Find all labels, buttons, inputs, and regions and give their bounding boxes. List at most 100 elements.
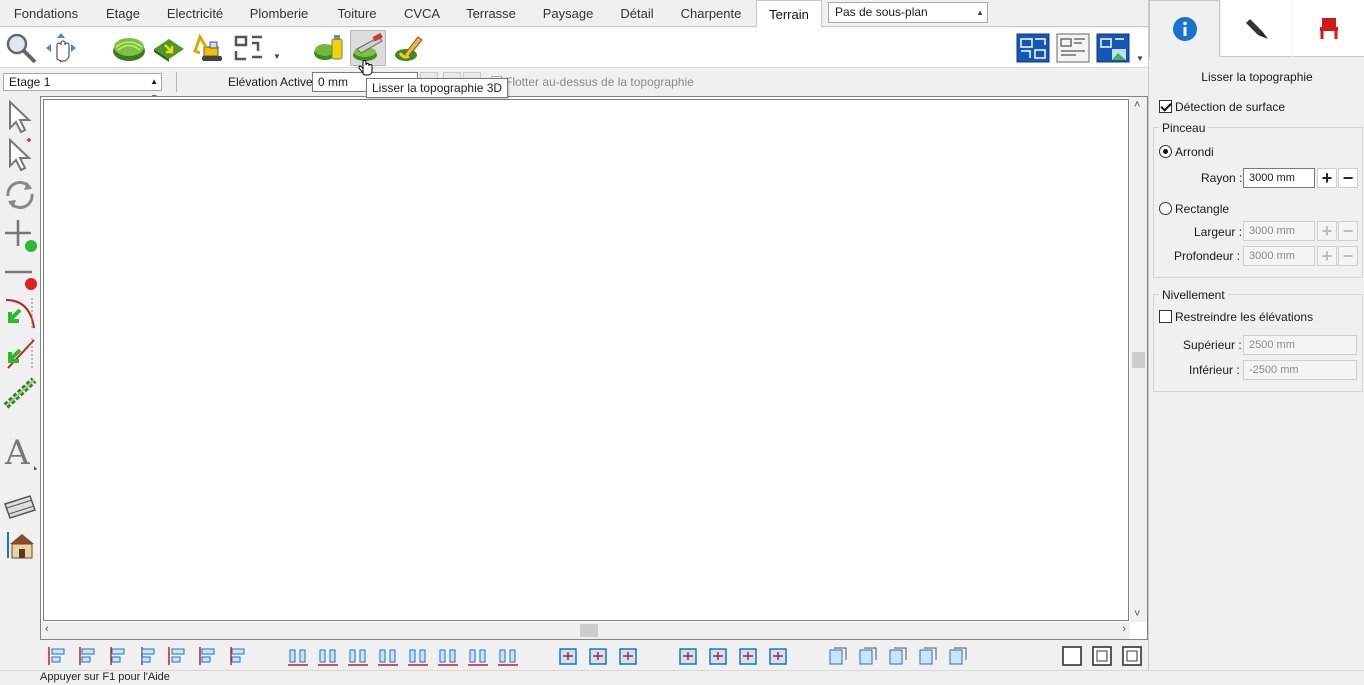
width-input[interactable]: 3000 mm bbox=[1243, 221, 1315, 241]
dropdown-arrow-icon[interactable]: ▼ bbox=[273, 52, 281, 61]
copy-button[interactable] bbox=[826, 644, 850, 668]
radius-input[interactable]: 3000 mm bbox=[1243, 168, 1315, 188]
resize-both-button[interactable] bbox=[616, 644, 640, 668]
depth-increase-button[interactable]: + bbox=[1317, 246, 1337, 266]
scroll-down-icon[interactable]: ˅ bbox=[1134, 608, 1140, 620]
tab-electricite[interactable]: Electricité bbox=[160, 0, 230, 27]
align-top-edge-button[interactable] bbox=[406, 644, 430, 668]
scroll-left-icon[interactable]: ‹ bbox=[45, 623, 49, 635]
floor-select[interactable]: Etage 1 ▲▼ bbox=[3, 73, 162, 102]
align-bottom-edge-button[interactable] bbox=[466, 644, 490, 668]
rotate-button[interactable] bbox=[2, 176, 38, 214]
view-3d-button[interactable] bbox=[1095, 30, 1131, 66]
mirror-top-button[interactable] bbox=[886, 644, 910, 668]
pan-button[interactable] bbox=[43, 30, 79, 66]
align-left-button[interactable] bbox=[46, 644, 70, 668]
terrain-button[interactable] bbox=[111, 30, 147, 66]
zoom-button[interactable] bbox=[3, 30, 39, 66]
space-v-button[interactable] bbox=[496, 644, 520, 668]
width-decrease-button[interactable]: − bbox=[1338, 221, 1358, 241]
tab-detail[interactable]: Détail bbox=[612, 0, 662, 27]
upper-input[interactable]: 2500 mm bbox=[1243, 335, 1357, 355]
house-view-button[interactable] bbox=[2, 526, 38, 564]
chain-button[interactable] bbox=[2, 374, 38, 412]
view-elevation-button[interactable] bbox=[1055, 30, 1091, 66]
tab-library[interactable] bbox=[1293, 0, 1364, 57]
fit-corners-button[interactable] bbox=[766, 644, 790, 668]
select-button[interactable] bbox=[2, 98, 38, 136]
align-top-button[interactable] bbox=[166, 644, 190, 668]
subplan-select[interactable]: Pas de sous-plan ▲▼ bbox=[828, 2, 988, 36]
restrict-elevations-checkbox[interactable] bbox=[1159, 310, 1172, 323]
width-increase-button[interactable]: + bbox=[1317, 221, 1337, 241]
frame-outline-icon bbox=[1062, 646, 1082, 666]
rectangle-radio[interactable] bbox=[1159, 202, 1172, 215]
vertical-scroll-thumb[interactable] bbox=[1132, 352, 1145, 368]
tab-style[interactable] bbox=[1221, 0, 1292, 57]
fit-center-button[interactable] bbox=[736, 644, 760, 668]
align-bottom-button[interactable] bbox=[226, 644, 250, 668]
align-center-h-button[interactable] bbox=[76, 644, 100, 668]
mirror-top-icon bbox=[889, 647, 907, 665]
tab-plomberie[interactable]: Plomberie bbox=[242, 0, 316, 27]
depth-input[interactable]: 3000 mm bbox=[1243, 246, 1315, 266]
tab-etage[interactable]: Etage bbox=[96, 0, 150, 27]
lower-input[interactable]: -2500 mm bbox=[1243, 360, 1357, 380]
distribute-h-button[interactable] bbox=[286, 644, 310, 668]
resize-height-button[interactable] bbox=[586, 644, 610, 668]
surface-detection-checkbox[interactable] bbox=[1159, 100, 1172, 113]
tab-paysage[interactable]: Paysage bbox=[536, 0, 600, 27]
excavator-button[interactable] bbox=[191, 30, 227, 66]
tab-cvca[interactable]: CVCA bbox=[398, 0, 446, 27]
terrain-paint-button[interactable] bbox=[311, 30, 347, 66]
tab-fondations[interactable]: Fondations bbox=[2, 0, 90, 27]
radius-decrease-button[interactable]: − bbox=[1338, 168, 1358, 188]
mirror-h-button[interactable] bbox=[856, 644, 880, 668]
tab-charpente[interactable]: Charpente bbox=[674, 0, 748, 27]
break-line-button[interactable] bbox=[2, 334, 38, 372]
drawing-area[interactable] bbox=[43, 99, 1129, 621]
frame-outline-button[interactable] bbox=[1060, 644, 1084, 668]
vertical-scrollbar[interactable]: ˄ ˅ bbox=[1130, 97, 1147, 622]
fit-box-button[interactable] bbox=[706, 644, 730, 668]
distribute-right-button[interactable] bbox=[346, 644, 370, 668]
radius-increase-button[interactable]: + bbox=[1317, 168, 1337, 188]
terrain-brush-button[interactable] bbox=[391, 30, 427, 66]
scroll-right-icon[interactable]: › bbox=[1122, 623, 1126, 635]
tab-terrasse[interactable]: Terrasse bbox=[458, 0, 524, 27]
select-objects-button[interactable] bbox=[2, 136, 38, 174]
mirror-v-button[interactable] bbox=[916, 644, 940, 668]
frame-corner-icon bbox=[1122, 646, 1142, 666]
text-button[interactable]: A bbox=[2, 432, 38, 470]
round-radio[interactable] bbox=[1159, 145, 1172, 158]
drawing-canvas[interactable]: ˄ ˅ ‹ › bbox=[40, 96, 1148, 640]
tab-terrain[interactable]: Terrain bbox=[756, 0, 822, 28]
align-middle-icon bbox=[199, 647, 215, 665]
horizontal-scrollbar[interactable]: ‹ › bbox=[41, 622, 1130, 639]
align-mid-edge-button[interactable] bbox=[436, 644, 460, 668]
fit-height-button[interactable] bbox=[676, 644, 700, 668]
tab-toiture[interactable]: Toiture bbox=[328, 0, 386, 27]
break-arc-button[interactable] bbox=[2, 294, 38, 332]
delete-point-button[interactable] bbox=[2, 254, 38, 292]
depth-decrease-button[interactable]: − bbox=[1338, 246, 1358, 266]
add-point-button[interactable] bbox=[2, 216, 38, 254]
space-h-button[interactable] bbox=[376, 644, 400, 668]
align-middle-button[interactable] bbox=[196, 644, 220, 668]
view-plan-button[interactable] bbox=[1015, 30, 1051, 66]
dropdown-arrow-icon[interactable]: ▼ bbox=[1136, 54, 1144, 63]
resize-width-button[interactable] bbox=[556, 644, 580, 668]
align-center-button[interactable] bbox=[136, 644, 160, 668]
distribute-center-h-button[interactable] bbox=[316, 644, 340, 668]
house-icon bbox=[7, 532, 34, 559]
camera-button[interactable] bbox=[2, 488, 38, 526]
mirror-bottom-button[interactable] bbox=[946, 644, 970, 668]
align-right-button[interactable] bbox=[106, 644, 130, 668]
frame-corner-button[interactable] bbox=[1120, 644, 1144, 668]
tab-info[interactable] bbox=[1149, 0, 1220, 57]
horizontal-scroll-thumb[interactable] bbox=[580, 624, 598, 637]
scroll-up-icon[interactable]: ˄ bbox=[1134, 99, 1140, 111]
path-button[interactable] bbox=[231, 30, 267, 66]
frame-inner-button[interactable] bbox=[1090, 644, 1114, 668]
terrain-arrow-button[interactable] bbox=[151, 30, 187, 66]
